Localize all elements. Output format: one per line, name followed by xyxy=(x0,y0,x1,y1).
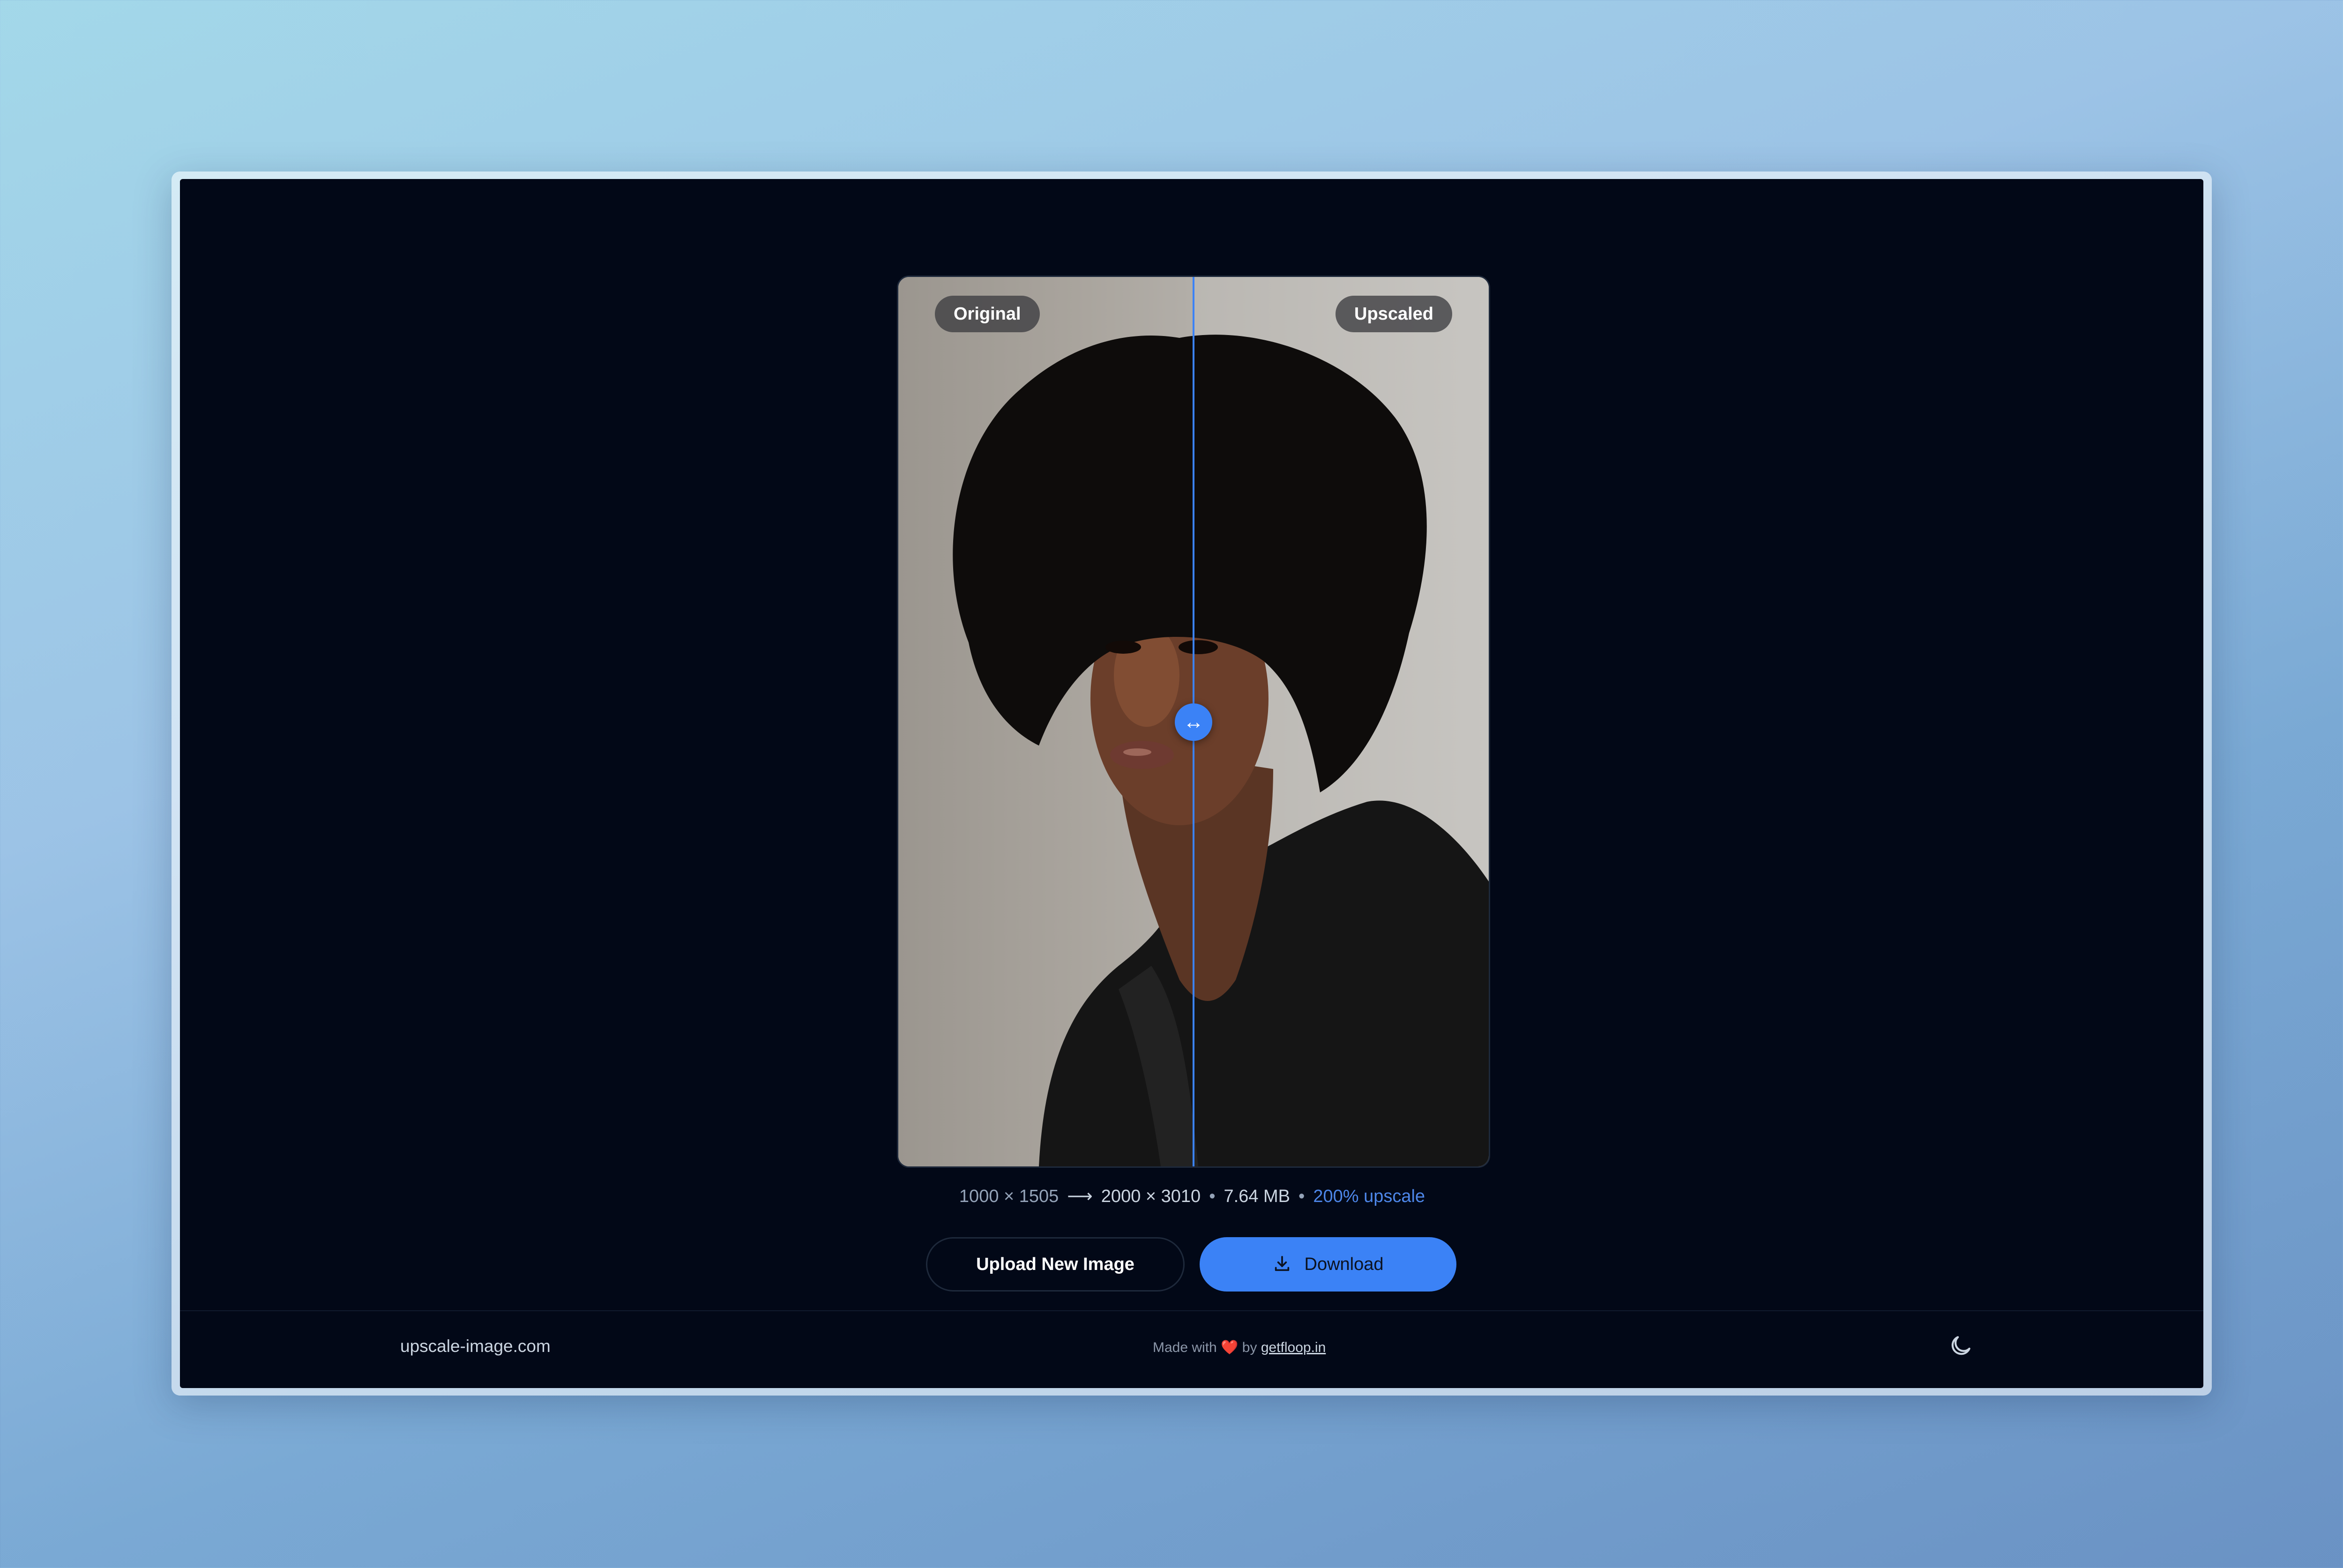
file-size: 7.64 MB xyxy=(1224,1187,1291,1206)
arrows-horizontal-icon: ↔ xyxy=(1183,710,1204,733)
download-label: Download xyxy=(1304,1254,1384,1274)
separator-dot: • xyxy=(1298,1187,1305,1206)
lips-gloss xyxy=(1123,748,1151,756)
original-dimensions: 1000 × 1505 xyxy=(959,1187,1059,1206)
upscaled-badge: Upscaled xyxy=(1336,296,1452,332)
credit-by: by xyxy=(1242,1340,1257,1355)
moon-icon[interactable] xyxy=(1948,1333,1974,1359)
upscale-percentage: 200% upscale xyxy=(1313,1187,1425,1206)
separator-dot: • xyxy=(1209,1187,1216,1206)
credit-link[interactable]: getfloop.in xyxy=(1261,1340,1326,1355)
heart-icon: ❤️ xyxy=(1221,1340,1239,1355)
original-badge: Original xyxy=(935,296,1040,332)
image-stats: 1000 × 1505 ⟶ 2000 × 3010 • 7.64 MB • 200% ups… xyxy=(897,1186,1487,1207)
download-icon xyxy=(1275,1256,1289,1271)
arrow-right-icon: ⟶ xyxy=(1067,1187,1093,1206)
eye-right xyxy=(1179,640,1218,654)
upscaled-dimensions: 2000 × 3010 xyxy=(1101,1187,1201,1206)
footer-divider xyxy=(180,1310,2203,1311)
compare-slider-handle[interactable]: ↔ xyxy=(1175,703,1212,741)
footer-credit: Made with ❤️ by getfloop.in xyxy=(1153,1339,1326,1356)
footer-brand: upscale-image.com xyxy=(400,1337,551,1356)
comparison-viewer[interactable]: Original Upscaled ↔ xyxy=(897,276,1490,1168)
eye-left xyxy=(1105,641,1141,654)
credit-prefix: Made with xyxy=(1153,1340,1217,1355)
app-window: Original Upscaled ↔ 1000 × 1505 ⟶ 2000 × 3… xyxy=(180,179,2203,1388)
upload-new-image-button[interactable]: Upload New Image xyxy=(926,1237,1185,1292)
download-button[interactable]: Download xyxy=(1200,1237,1456,1292)
